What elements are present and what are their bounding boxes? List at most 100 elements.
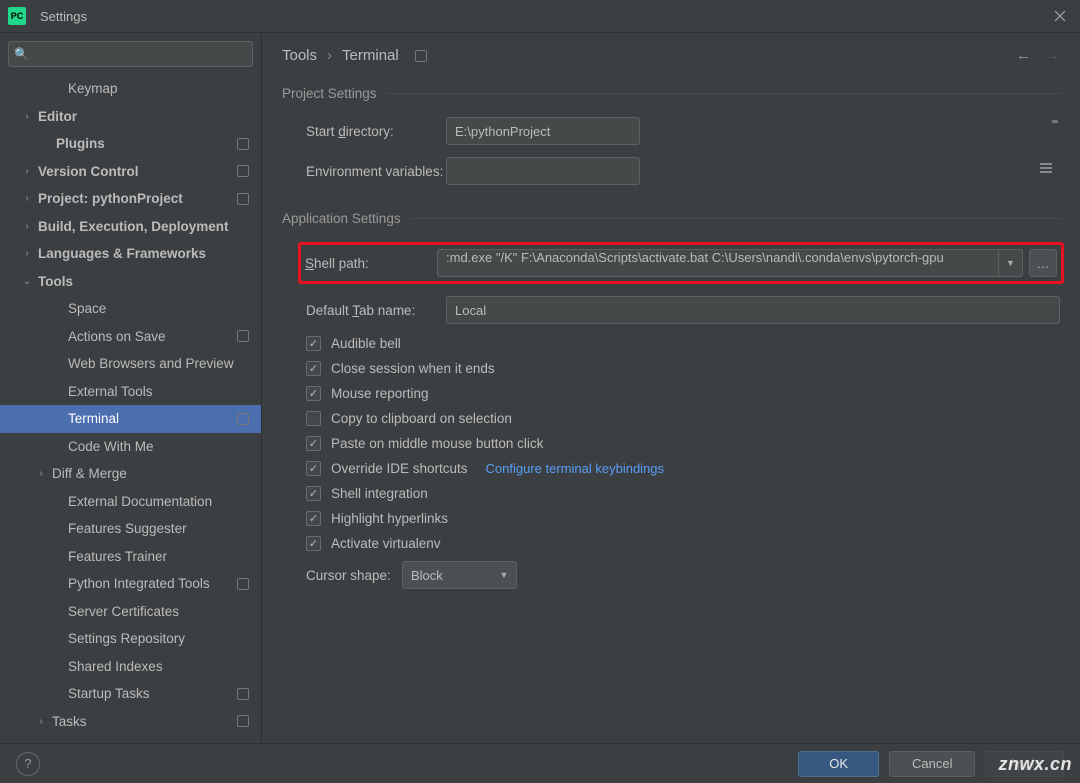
help-button[interactable]: ?: [16, 752, 40, 776]
tree-label: Web Browsers and Preview: [68, 356, 234, 371]
tree-item-external-tools[interactable]: External Tools: [0, 378, 261, 406]
checkbox-icon[interactable]: ✓: [306, 486, 321, 501]
section-application-settings: Application Settings: [282, 211, 1060, 226]
close-icon: [1054, 10, 1066, 22]
tree-label: Shared Indexes: [68, 659, 163, 674]
shell-path-label: Shell path:: [305, 256, 431, 271]
tree-label: Keymap: [68, 81, 118, 96]
tree-item-editor[interactable]: ›Editor: [0, 103, 261, 131]
tree-item-diff-merge[interactable]: ›Diff & Merge: [0, 460, 261, 488]
checkbox-icon[interactable]: ✓: [306, 536, 321, 551]
checkbox-label: Close session when it ends: [331, 361, 495, 376]
scope-indicator-icon: [415, 50, 427, 62]
checkbox-icon[interactable]: ✓: [306, 361, 321, 376]
tree-label: Features Trainer: [68, 549, 167, 564]
configure-keybindings-link[interactable]: Configure terminal keybindings: [486, 461, 664, 476]
checkbox-icon[interactable]: ✓: [306, 336, 321, 351]
checkbox-label: Activate virtualenv: [331, 536, 441, 551]
checkbox-activate-virtualenv[interactable]: ✓ Activate virtualenv: [282, 536, 1060, 551]
tree-item-features-trainer[interactable]: Features Trainer: [0, 543, 261, 571]
checkbox-icon[interactable]: ✓: [306, 436, 321, 451]
close-button[interactable]: [1048, 4, 1072, 28]
settings-search-input[interactable]: [8, 41, 253, 67]
tree-item-tools[interactable]: ⌄Tools: [0, 268, 261, 296]
tree-item-startup-tasks[interactable]: Startup Tasks: [0, 680, 261, 708]
tree-item-version-control[interactable]: › Version Control: [0, 158, 261, 186]
scope-indicator-icon: [237, 330, 249, 342]
tree-item-web-browsers-and-preview[interactable]: Web Browsers and Preview: [0, 350, 261, 378]
app-icon: PC: [8, 7, 26, 25]
cancel-button[interactable]: Cancel: [889, 751, 975, 777]
cursor-shape-select[interactable]: Block ▼: [402, 561, 517, 589]
tree-label: Plugins: [56, 136, 105, 151]
tree-item-code-with-me[interactable]: Code With Me: [0, 433, 261, 461]
caret-icon: ⌄: [20, 276, 34, 287]
tree-item-settings-repository[interactable]: Settings Repository: [0, 625, 261, 653]
shell-path-input[interactable]: :md.exe "/K" F:\Anaconda\Scripts\activat…: [437, 249, 1023, 277]
tree-label: Python Integrated Tools: [68, 576, 210, 591]
checkbox-override-ide-shortcuts[interactable]: ✓Override IDE shortcutsConfigure termina…: [282, 461, 1060, 476]
tree-label: Build, Execution, Deployment: [38, 219, 229, 234]
tree-item-project-pythonproject[interactable]: ›Project: pythonProject: [0, 185, 261, 213]
checkbox-highlight-hyperlinks[interactable]: ✓ Highlight hyperlinks: [282, 511, 1060, 526]
breadcrumb: Tools › Terminal ← →: [282, 47, 1060, 64]
chevron-down-icon[interactable]: ▼: [998, 250, 1022, 276]
checkbox-icon[interactable]: ✓: [306, 511, 321, 526]
checkbox-close-session-when-it-ends[interactable]: ✓ Close session when it ends: [282, 361, 1060, 376]
tree-item-space[interactable]: Space: [0, 295, 261, 323]
tree-item-build-execution-deployment[interactable]: ›Build, Execution, Deployment: [0, 213, 261, 241]
tree-label: Actions on Save: [68, 329, 166, 344]
tree-item-keymap[interactable]: Keymap: [0, 75, 261, 103]
browse-button[interactable]: …: [1029, 249, 1057, 277]
caret-icon: ›: [20, 166, 34, 177]
chevron-down-icon[interactable]: ▼: [492, 562, 516, 588]
checkbox-paste-on-middle-mouse-button-click[interactable]: ✓ Paste on middle mouse button click: [282, 436, 1060, 451]
section-project-settings: Project Settings: [282, 86, 1060, 101]
env-vars-input[interactable]: [446, 157, 640, 185]
checkbox-label: Copy to clipboard on selection: [331, 411, 512, 426]
breadcrumb-separator: ›: [327, 47, 332, 64]
checkbox-copy-to-clipboard-on-selection[interactable]: Copy to clipboard on selection: [282, 411, 1060, 426]
tree-item-features-suggester[interactable]: Features Suggester: [0, 515, 261, 543]
tree-item-external-documentation[interactable]: External Documentation: [0, 488, 261, 516]
tree-label: Version Control: [38, 164, 139, 179]
nav-back-icon[interactable]: ←: [1016, 47, 1031, 64]
checkbox-shell-integration[interactable]: ✓ Shell integration: [282, 486, 1060, 501]
checkbox-label: Audible bell: [331, 336, 401, 351]
ok-button[interactable]: OK: [798, 751, 879, 777]
checkbox-mouse-reporting[interactable]: ✓ Mouse reporting: [282, 386, 1060, 401]
tree-item-python-integrated-tools[interactable]: Python Integrated Tools: [0, 570, 261, 598]
section-label: Application Settings: [282, 211, 401, 226]
caret-icon: ›: [20, 193, 34, 204]
sidebar: 🔍 Keymap›EditorPlugins›Version Control›P…: [0, 33, 262, 743]
nav-arrows: ← →: [1016, 47, 1060, 64]
checkbox-label: Shell integration: [331, 486, 428, 501]
checkbox-audible-bell[interactable]: ✓ Audible bell: [282, 336, 1060, 351]
tree-item-terminal[interactable]: Terminal: [0, 405, 261, 433]
list-icon[interactable]: [1040, 163, 1052, 175]
tree-item-server-certificates[interactable]: Server Certificates: [0, 598, 261, 626]
tree-label: Terminal: [68, 411, 119, 426]
tree-item-languages-frameworks[interactable]: ›Languages & Frameworks: [0, 240, 261, 268]
tree-label: Code With Me: [68, 439, 154, 454]
default-tab-input[interactable]: [446, 296, 1060, 324]
tree-item-actions-on-save[interactable]: Actions on Save: [0, 323, 261, 351]
tree-label: Diff & Merge: [52, 466, 127, 481]
checkbox-icon[interactable]: ✓: [306, 386, 321, 401]
scope-indicator-icon: [237, 715, 249, 727]
checkbox-icon[interactable]: [306, 411, 321, 426]
start-directory-input[interactable]: [446, 117, 640, 145]
breadcrumb-root[interactable]: Tools: [282, 47, 317, 64]
tree-label: Tasks: [52, 714, 87, 729]
tree-item-shared-indexes[interactable]: Shared Indexes: [0, 653, 261, 681]
tree-label: External Tools: [68, 384, 153, 399]
env-vars-label: Environment variables:: [306, 164, 446, 179]
checkbox-label: Mouse reporting: [331, 386, 429, 401]
breadcrumb-leaf: Terminal: [342, 47, 399, 64]
checkbox-label: Paste on middle mouse button click: [331, 436, 543, 451]
tree-item-tasks[interactable]: ›Tasks: [0, 708, 261, 736]
checkbox-label: Highlight hyperlinks: [331, 511, 448, 526]
checkbox-icon[interactable]: ✓: [306, 461, 321, 476]
tree-item-plugins[interactable]: Plugins: [0, 130, 261, 158]
tree-label: Features Suggester: [68, 521, 187, 536]
